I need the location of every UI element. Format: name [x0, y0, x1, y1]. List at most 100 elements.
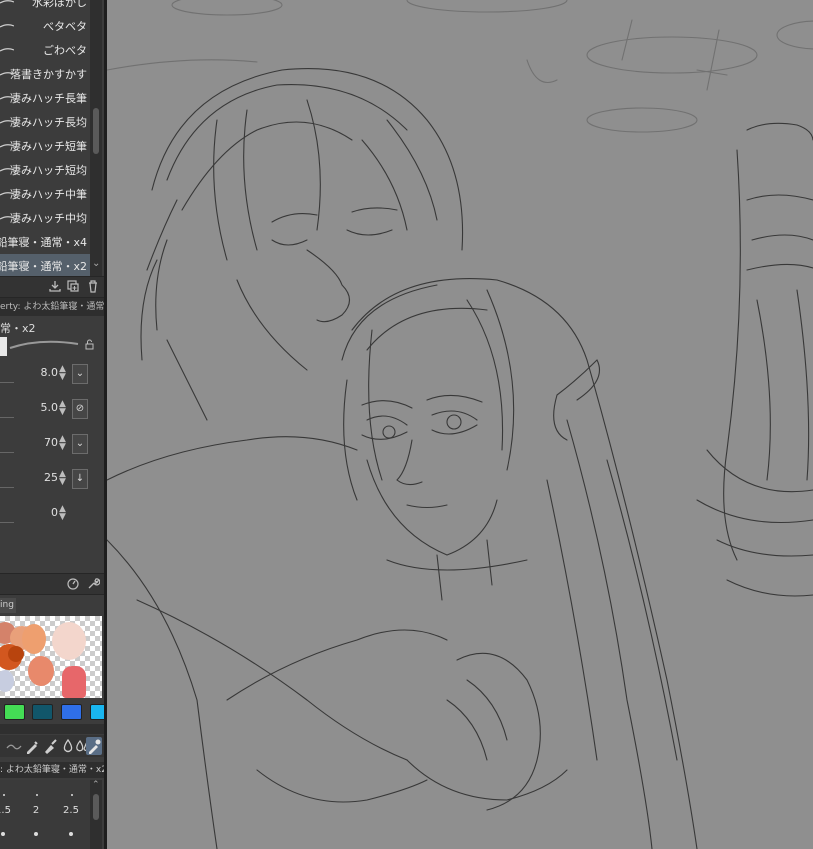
duplicate-icon[interactable]: [66, 279, 80, 293]
slider-track[interactable]: [0, 382, 14, 383]
spin-arrows-icon[interactable]: ▲ ▼: [59, 435, 66, 452]
size-dot[interactable]: [34, 832, 38, 836]
brush-item[interactable]: 凄みハッチ中均: [0, 206, 90, 231]
property-value[interactable]: 25: [44, 471, 58, 484]
color-chip-row: [0, 702, 104, 722]
spin-arrows-icon[interactable]: ▲ ▼: [59, 470, 66, 487]
property-row[interactable]: 5.0 ▲ ▼ ⊘: [0, 395, 104, 425]
property-value[interactable]: 70: [44, 436, 58, 449]
color-panel-tab[interactable]: ing: [0, 598, 16, 613]
property-value[interactable]: 0: [51, 506, 58, 519]
brush-icon[interactable]: [42, 737, 58, 755]
spin-arrows-icon[interactable]: ▲ ▼: [59, 505, 66, 522]
paint-blob: [62, 666, 86, 698]
curve-icon[interactable]: [6, 737, 22, 755]
size-dot[interactable]: [71, 794, 73, 796]
property-row[interactable]: 25 ▲ ▼ ↓: [0, 465, 104, 495]
size-dot[interactable]: [3, 794, 5, 796]
size-dot[interactable]: [1, 832, 5, 836]
property-row[interactable]: 70 ▲ ▼ ⌄: [0, 430, 104, 460]
brush-item-label: 凄みハッチ短筆: [10, 140, 87, 153]
import-icon[interactable]: [48, 279, 62, 293]
tool-property-title: erty: よわ太鉛筆寝・通常: [0, 298, 104, 316]
sub-tool-row: [0, 735, 104, 757]
size-label[interactable]: 2: [21, 805, 51, 816]
paint-blob: [0, 670, 14, 692]
chevron-down-icon[interactable]: ⌄: [92, 258, 100, 269]
brush-item-label: べタベタ: [43, 20, 87, 33]
brush-item[interactable]: 水彩ぼかし: [0, 0, 90, 15]
chevron-up-icon[interactable]: ⌃: [92, 780, 100, 790]
pressure-check-icon[interactable]: ⌄: [72, 364, 88, 384]
size-dot[interactable]: [36, 794, 38, 796]
dropper-icon[interactable]: [24, 737, 40, 755]
eyedropper-icon[interactable]: [86, 737, 102, 755]
color-chip[interactable]: [61, 704, 82, 720]
size-dot[interactable]: [69, 832, 73, 836]
brush-item-label: 凄みハッチ中均: [10, 212, 87, 225]
brush-item-label: 凄みハッチ短均: [10, 164, 87, 177]
lock-icon[interactable]: [84, 339, 95, 350]
brush-item[interactable]: べタベタ: [0, 14, 90, 39]
brush-size-title: : よわ太鉛筆寝・通常・x2: [0, 762, 104, 778]
color-chip[interactable]: [90, 704, 104, 720]
slider-track[interactable]: [0, 417, 14, 418]
brush-size-scrollbar[interactable]: ⌃: [90, 780, 102, 849]
size-label[interactable]: 1.5: [0, 805, 18, 816]
settings-dial-icon[interactable]: [66, 577, 80, 591]
brush-item[interactable]: 落書きかすかす: [0, 62, 90, 87]
spin-arrows-icon[interactable]: ▲ ▼: [59, 400, 66, 417]
brush-item[interactable]: 太鉛筆寝・通常・x4: [0, 230, 90, 255]
brush-list-scrollbar[interactable]: ⌄: [90, 0, 102, 276]
brush-item-label: 落書きかすかす: [10, 68, 87, 81]
brush-size-grid: 1.5 2 2.5: [0, 780, 90, 849]
brush-item[interactable]: 凄みハッチ長均: [0, 110, 90, 135]
brush-list: 水彩ぼかし べタベタ ごわべタ 落書きかすかす 凄みハッチ長筆 凄みハッチ長均 …: [0, 0, 90, 279]
brush-item[interactable]: 凄みハッチ短筆: [0, 134, 90, 159]
color-chip[interactable]: [4, 704, 25, 720]
slider-track[interactable]: [0, 452, 14, 453]
paint-blob: [28, 656, 54, 686]
scroll-thumb[interactable]: [93, 794, 99, 820]
drawing-canvas[interactable]: [107, 0, 813, 849]
download-icon[interactable]: ↓: [72, 469, 88, 489]
spin-arrows-icon[interactable]: ▲ ▼: [59, 365, 66, 382]
brush-stroke-icon: [0, 48, 14, 52]
brush-item-label: ごわべタ: [43, 44, 87, 57]
disable-icon[interactable]: ⊘: [72, 399, 88, 419]
sketch-drawing: [107, 0, 813, 849]
color-chip-scrollbar[interactable]: [0, 724, 104, 734]
brush-item-label: 太鉛筆寝・通常・x2: [0, 260, 87, 273]
brush-item[interactable]: 凄みハッチ長筆: [0, 86, 90, 111]
paint-blob: [22, 624, 46, 654]
pressure-check-icon[interactable]: ⌄: [72, 434, 88, 454]
property-value[interactable]: 8.0: [41, 366, 59, 379]
slider-track[interactable]: [0, 487, 14, 488]
trash-icon[interactable]: [86, 279, 100, 293]
size-label[interactable]: 2.5: [56, 805, 86, 816]
brush-item-label: 太鉛筆寝・通常・x4: [0, 236, 87, 249]
property-row[interactable]: 8.0 ▲ ▼ ⌄: [0, 360, 104, 390]
stroke-preview: [0, 337, 79, 356]
slider-track[interactable]: [0, 522, 14, 523]
scroll-thumb[interactable]: [93, 108, 99, 154]
brush-list-toolbar: [0, 276, 104, 298]
brush-item-label: 水彩ぼかし: [32, 0, 87, 9]
left-panel: 水彩ぼかし べタベタ ごわべタ 落書きかすかす 凄みハッチ長筆 凄みハッチ長均 …: [0, 0, 104, 849]
brush-item[interactable]: ごわべタ: [0, 38, 90, 63]
brush-stroke-icon: [0, 0, 14, 4]
color-mixing-area[interactable]: [0, 616, 102, 698]
tool-property-footer: [0, 573, 104, 595]
paint-blob: [52, 622, 86, 660]
property-value[interactable]: 5.0: [41, 401, 59, 414]
brush-stroke-icon: [0, 24, 14, 28]
brush-item-label: 凄みハッチ長筆: [10, 92, 87, 105]
wrench-icon[interactable]: [86, 577, 100, 591]
brush-item[interactable]: 凄みハッチ短均: [0, 158, 90, 183]
brush-item-label: 凄みハッチ中筆: [10, 188, 87, 201]
brush-item[interactable]: 凄みハッチ中筆: [0, 182, 90, 207]
property-row[interactable]: 0 ▲ ▼: [0, 500, 104, 530]
paint-blob: [8, 646, 24, 662]
brush-item-label: 凄みハッチ長均: [10, 116, 87, 129]
color-chip[interactable]: [32, 704, 53, 720]
